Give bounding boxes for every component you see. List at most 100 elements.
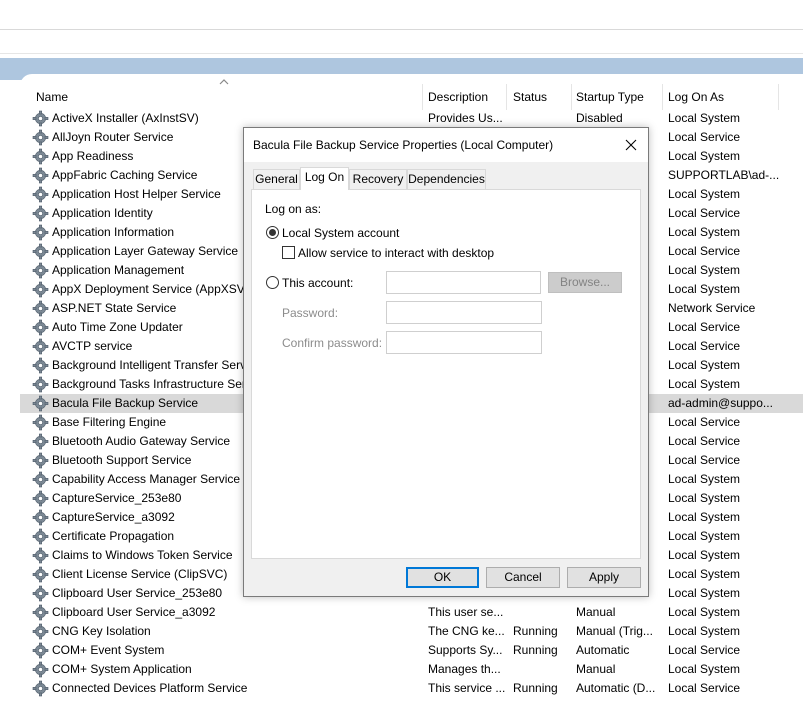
tab-recovery[interactable]: Recovery <box>349 169 407 189</box>
cancel-button[interactable]: Cancel <box>486 567 560 588</box>
service-log-on-as: Local System <box>668 263 741 277</box>
service-name: COM+ System Application <box>52 662 192 676</box>
column-header-startup-type[interactable]: Startup Type <box>572 83 662 109</box>
column-header-name[interactable]: Name <box>32 83 422 109</box>
service-description: This service ... <box>428 681 506 695</box>
service-log-on-as: SUPPORTLAB\ad-... <box>668 168 780 182</box>
log-on-as-label: Log on as: <box>265 202 322 216</box>
service-log-on-as: Local System <box>668 510 741 524</box>
interact-desktop-label[interactable]: Allow service to interact with desktop <box>298 246 494 260</box>
gear-icon <box>32 319 49 336</box>
password-label: Password: <box>282 306 339 320</box>
gear-icon <box>32 395 49 412</box>
table-row[interactable]: ActiveX Installer (AxInstSV) Provides Us.… <box>20 109 803 128</box>
gear-icon <box>32 471 49 488</box>
close-icon[interactable] <box>614 128 648 162</box>
gear-icon <box>32 224 49 241</box>
local-system-label[interactable]: Local System account <box>282 226 399 240</box>
gear-icon <box>32 300 49 317</box>
confirm-password-field[interactable] <box>386 331 542 354</box>
gear-icon <box>32 604 49 621</box>
this-account-label[interactable]: This account: <box>282 276 353 290</box>
column-header-log-on-as[interactable]: Log On As <box>664 83 778 109</box>
gear-icon <box>32 338 49 355</box>
browse-button[interactable]: Browse... <box>548 272 622 293</box>
service-log-on-as: Local Service <box>668 320 741 334</box>
column-separator[interactable] <box>778 84 779 110</box>
gear-icon <box>32 509 49 526</box>
service-description: Supports Sy... <box>428 643 503 657</box>
password-field[interactable] <box>386 301 542 324</box>
service-description: Provides Us... <box>428 111 503 125</box>
service-log-on-as: Local System <box>668 491 741 505</box>
service-startup-type: Automatic <box>576 643 630 657</box>
gear-icon <box>32 205 49 222</box>
column-header-description[interactable]: Description <box>424 83 506 109</box>
column-separator[interactable] <box>662 84 663 110</box>
service-log-on-as: Local Service <box>668 244 741 258</box>
gear-icon <box>32 490 49 507</box>
service-log-on-as: Local Service <box>668 453 741 467</box>
table-row[interactable]: COM+ Event System Supports Sy... Running Au… <box>20 641 803 660</box>
service-name: Connected Devices Platform Service <box>52 681 248 695</box>
account-field[interactable] <box>386 271 541 294</box>
service-log-on-as: Local System <box>668 111 741 125</box>
table-row[interactable]: COM+ System Application Manages th... Manu… <box>20 660 803 679</box>
gear-icon <box>32 262 49 279</box>
column-separator[interactable] <box>506 84 507 110</box>
tab-dependencies[interactable]: Dependencies <box>407 169 486 189</box>
gear-icon <box>32 566 49 583</box>
ok-button[interactable]: OK <box>406 567 479 588</box>
gear-icon <box>32 110 49 127</box>
service-status <box>513 603 573 622</box>
interact-desktop-checkbox[interactable] <box>282 246 295 259</box>
service-startup-type: Manual (Trig... <box>576 624 653 638</box>
gear-icon <box>32 585 49 602</box>
table-row[interactable]: CNG Key Isolation The CNG ke... Running Man… <box>20 622 803 641</box>
service-startup-type: Manual <box>576 662 616 676</box>
gear-icon <box>32 547 49 564</box>
log-on-tab-panel: Log on as: Local System account Allow se… <box>251 189 641 559</box>
dialog-title-bar[interactable]: Bacula File Backup Service Properties (L… <box>244 128 648 162</box>
apply-button[interactable]: Apply <box>567 567 641 588</box>
service-description: Manages th... <box>428 662 501 676</box>
column-header-status[interactable]: Status <box>509 83 571 109</box>
this-account-radio[interactable] <box>266 276 279 289</box>
service-log-on-as: Local System <box>668 529 741 543</box>
tab-general[interactable]: General <box>253 169 300 189</box>
service-name: COM+ Event System <box>52 643 165 657</box>
gear-icon <box>32 376 49 393</box>
service-status <box>513 660 573 679</box>
tab-log-on[interactable]: Log On <box>300 167 349 190</box>
table-row[interactable]: Connected Devices Platform Service This s… <box>20 679 803 698</box>
service-log-on-as: Local System <box>668 567 741 581</box>
service-log-on-as: Local System <box>668 624 741 638</box>
gear-icon <box>32 357 49 374</box>
gear-icon <box>32 528 49 545</box>
service-name: ActiveX Installer (AxInstSV) <box>52 111 199 125</box>
service-log-on-as: Local System <box>668 472 741 486</box>
sub-toolbar <box>0 30 803 54</box>
service-startup-type: Disabled <box>576 111 623 125</box>
service-log-on-as: Local System <box>668 187 741 201</box>
service-log-on-as: Local System <box>668 662 741 676</box>
service-log-on-as: Local System <box>668 282 741 296</box>
table-row[interactable]: Clipboard User Service_a3092 This user se… <box>20 603 803 622</box>
service-log-on-as: Local Service <box>668 415 741 429</box>
service-status: Running <box>513 624 558 638</box>
gear-icon <box>32 129 49 146</box>
confirm-password-label: Confirm password: <box>282 336 383 350</box>
service-log-on-as: Local Service <box>668 130 741 144</box>
toolbar <box>0 0 803 30</box>
service-description: The CNG ke... <box>428 624 505 638</box>
service-startup-type: Automatic (D... <box>576 681 656 695</box>
gear-icon <box>32 186 49 203</box>
local-system-radio[interactable] <box>266 226 279 239</box>
column-separator[interactable] <box>422 84 423 110</box>
service-log-on-as: Local System <box>668 548 741 562</box>
service-status <box>513 109 573 128</box>
service-log-on-as: Local Service <box>668 206 741 220</box>
gear-icon <box>32 243 49 260</box>
service-startup-type: Manual <box>576 605 616 619</box>
service-log-on-as: Local System <box>668 149 741 163</box>
